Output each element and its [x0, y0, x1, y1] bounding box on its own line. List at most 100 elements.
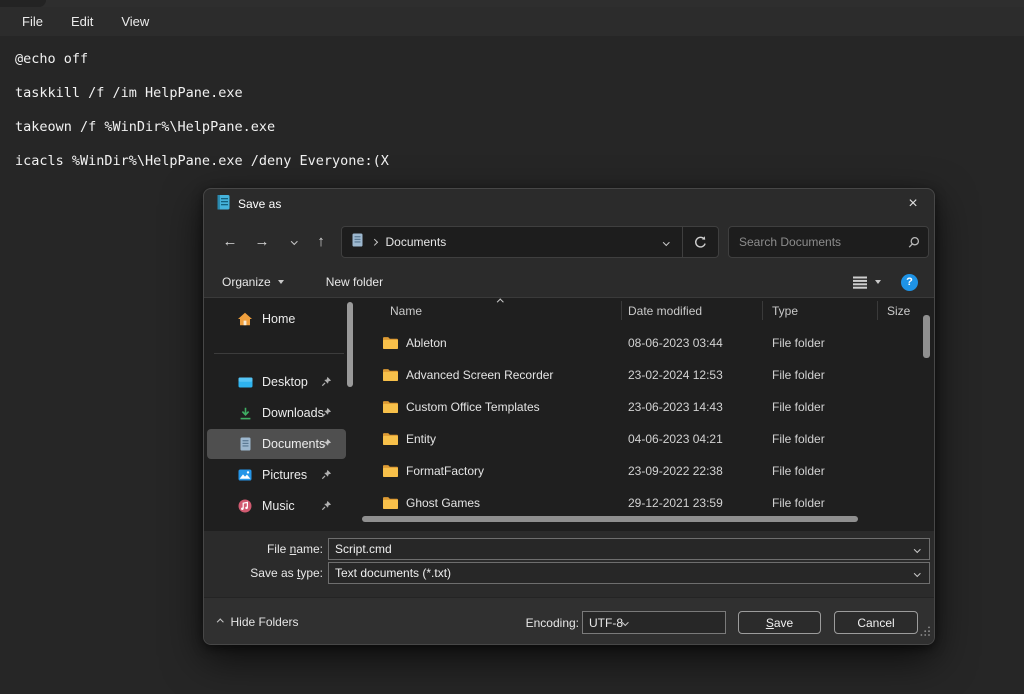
organize-button[interactable]: Organize — [222, 275, 284, 289]
table-row[interactable]: Entity 04-06-2023 04:21 File folder — [360, 423, 920, 455]
column-separator[interactable] — [621, 301, 622, 320]
forward-arrow-icon[interactable]: → — [248, 226, 276, 256]
column-header-size[interactable]: Size — [887, 304, 910, 318]
save-type-row: Save as type: Text documents (*.txt) — [204, 562, 936, 584]
folder-icon — [382, 400, 399, 417]
address-dropdown-chevron-icon[interactable] — [663, 239, 669, 245]
chevron-up-icon — [217, 619, 223, 625]
refresh-icon — [693, 235, 708, 250]
cancel-button[interactable]: Cancel — [834, 611, 918, 634]
new-folder-label: New folder — [326, 275, 383, 289]
file-date: 23-02-2024 12:53 — [628, 368, 723, 382]
editor-line: @echo off — [15, 42, 915, 76]
organize-label: Organize — [222, 275, 271, 289]
file-type: File folder — [772, 432, 825, 446]
file-name: FormatFactory — [406, 464, 484, 478]
hide-folders-button[interactable]: Hide Folders — [218, 615, 299, 629]
breadcrumb-location[interactable]: Documents — [386, 235, 447, 249]
save-type-dropdown-icon[interactable] — [914, 570, 920, 576]
pin-icon — [321, 469, 332, 483]
file-name-dropdown-icon[interactable] — [914, 546, 920, 552]
search-box[interactable] — [728, 226, 929, 258]
navigation-pane: Home Desktop Downloads — [204, 298, 360, 531]
hide-folders-label: Hide Folders — [231, 615, 299, 629]
table-row[interactable]: Ghost Games 29-12-2021 23:59 File folder — [360, 487, 920, 519]
file-name-combobox[interactable] — [328, 538, 930, 560]
address-bar[interactable]: Documents — [341, 226, 719, 258]
column-header-date[interactable]: Date modified — [628, 304, 702, 318]
file-list: Name Date modified Type Size Ableton 08-… — [360, 298, 920, 531]
column-header-type[interactable]: Type — [772, 304, 798, 318]
breadcrumb[interactable]: Documents — [342, 227, 682, 257]
help-button[interactable]: ? — [901, 274, 918, 291]
sidebar-item-label: Pictures — [262, 468, 307, 482]
column-headers: Name Date modified Type Size — [360, 298, 920, 323]
titlebar-strip — [0, 0, 1024, 7]
file-name-input[interactable] — [335, 542, 915, 556]
menu-edit[interactable]: Edit — [57, 10, 107, 33]
save-type-value: Text documents (*.txt) — [335, 566, 915, 580]
back-arrow-icon[interactable]: ← — [216, 226, 244, 256]
file-type: File folder — [772, 464, 825, 478]
sidebar-item-home[interactable]: Home — [207, 305, 346, 333]
vertical-scrollbar-track[interactable] — [920, 298, 934, 531]
up-arrow-icon[interactable]: ↑ — [307, 226, 335, 256]
encoding-select[interactable]: UTF-8 — [582, 611, 726, 634]
file-name: Ghost Games — [406, 496, 480, 510]
pin-icon — [321, 500, 332, 514]
sidebar-item-desktop[interactable]: Desktop — [207, 367, 346, 397]
horizontal-scrollbar[interactable] — [362, 516, 858, 522]
save-type-select[interactable]: Text documents (*.txt) — [328, 562, 930, 584]
sidebar-divider — [214, 353, 344, 354]
recent-locations-chevron-icon[interactable] — [280, 226, 308, 256]
breadcrumb-chevron-icon — [371, 239, 377, 245]
folder-icon — [382, 464, 399, 481]
dialog-footer: Hide Folders Encoding: UTF-8 Save Cancel — [204, 597, 934, 644]
sidebar-item-documents[interactable]: Documents — [207, 429, 346, 459]
sidebar-item-downloads[interactable]: Downloads — [207, 398, 346, 428]
menu-view[interactable]: View — [107, 10, 163, 33]
vertical-scrollbar-thumb[interactable] — [923, 315, 930, 358]
file-name-row: File name: — [204, 538, 936, 560]
home-icon — [237, 312, 253, 326]
search-input[interactable] — [739, 235, 907, 249]
sidebar-item-music[interactable]: Music — [207, 491, 346, 521]
desktop-icon — [237, 377, 253, 388]
folder-icon — [382, 496, 399, 513]
new-folder-button[interactable]: New folder — [326, 275, 383, 289]
pin-icon — [321, 438, 332, 452]
encoding-label: Encoding: — [404, 616, 579, 630]
views-dropdown-icon — [875, 280, 881, 284]
pin-icon — [321, 376, 332, 390]
encoding-value: UTF-8 — [589, 616, 623, 630]
file-name: Entity — [406, 432, 436, 446]
table-row[interactable]: Ableton 08-06-2023 03:44 File folder — [360, 327, 920, 359]
file-date: 04-06-2023 04:21 — [628, 432, 723, 446]
details-view-icon — [852, 276, 868, 289]
table-row[interactable]: FormatFactory 23-09-2022 22:38 File fold… — [360, 455, 920, 487]
refresh-button[interactable] — [682, 227, 718, 257]
close-icon[interactable]: × — [902, 193, 924, 215]
downloads-icon — [237, 407, 253, 420]
file-date: 23-09-2022 22:38 — [628, 464, 723, 478]
file-type: File folder — [772, 400, 825, 414]
table-row[interactable]: Advanced Screen Recorder 23-02-2024 12:5… — [360, 359, 920, 391]
dialog-titlebar[interactable]: Save as × — [204, 189, 934, 219]
menu-file[interactable]: File — [8, 10, 57, 33]
folder-icon — [382, 336, 399, 353]
views-button[interactable] — [852, 276, 881, 289]
text-editor[interactable]: @echo offtaskkill /f /im HelpPane.exetak… — [15, 42, 915, 178]
save-button[interactable]: Save — [738, 611, 821, 634]
resize-grip[interactable] — [920, 623, 930, 641]
sidebar-item-label: Music — [262, 499, 295, 513]
notepad-tab[interactable] — [0, 0, 46, 7]
column-header-name[interactable]: Name — [390, 304, 422, 318]
encoding-dropdown-icon[interactable] — [622, 619, 628, 625]
sidebar-item-pictures[interactable]: Pictures — [207, 460, 346, 490]
sidebar-item-label: Home — [262, 312, 295, 326]
file-name: Advanced Screen Recorder — [406, 368, 553, 382]
column-separator[interactable] — [877, 301, 878, 320]
column-separator[interactable] — [762, 301, 763, 320]
sidebar-scrollbar[interactable] — [347, 302, 353, 387]
table-row[interactable]: Custom Office Templates 23-06-2023 14:43… — [360, 391, 920, 423]
